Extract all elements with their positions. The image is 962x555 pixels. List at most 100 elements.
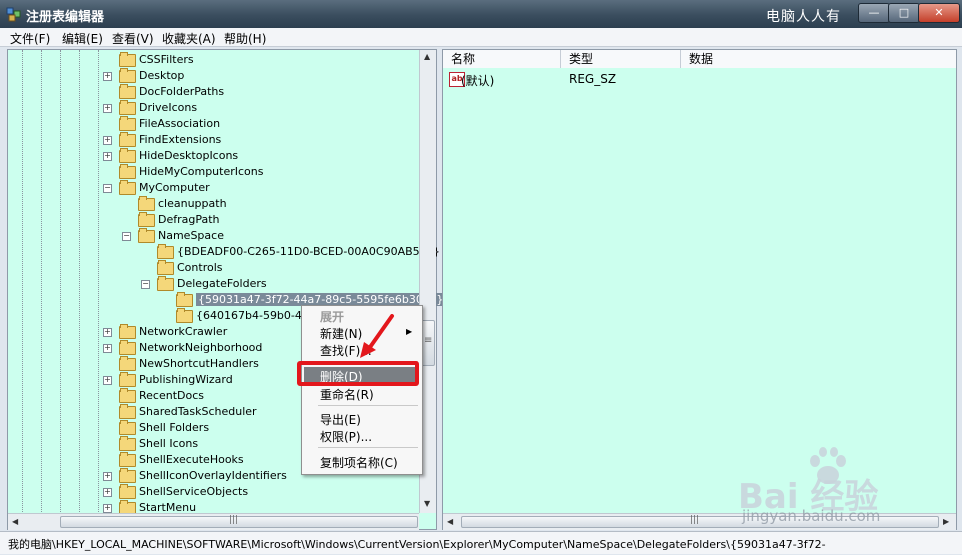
expand-icon[interactable]: + bbox=[103, 72, 112, 81]
tree-horizontal-scrollbar[interactable]: ◀ ||| bbox=[8, 513, 419, 530]
collapse-icon[interactable]: − bbox=[141, 280, 150, 289]
tree-item[interactable]: FileAssociation bbox=[8, 116, 418, 132]
maximize-button[interactable]: □ bbox=[888, 3, 920, 23]
folder-icon bbox=[119, 468, 136, 483]
tree-item[interactable]: HideMyComputerIcons bbox=[8, 164, 418, 180]
tree-item[interactable]: − DelegateFolders bbox=[8, 276, 418, 292]
tree-item-label: Desktop bbox=[139, 69, 185, 82]
folder-icon bbox=[157, 260, 174, 275]
tree-item-label: ShellExecuteHooks bbox=[139, 453, 244, 466]
menu-file[interactable]: 文件(F) bbox=[10, 30, 50, 47]
expand-icon[interactable]: + bbox=[103, 104, 112, 113]
folder-icon bbox=[119, 436, 136, 451]
expand-icon[interactable]: + bbox=[103, 472, 112, 481]
tree-item[interactable]: cleanuppath bbox=[8, 196, 418, 212]
status-bar: 我的电脑\HKEY_LOCAL_MACHINE\SOFTWARE\Microso… bbox=[0, 531, 962, 554]
expand-icon[interactable]: + bbox=[103, 344, 112, 353]
grip-icon: ≡ bbox=[424, 335, 433, 346]
grip-icon: ||| bbox=[690, 515, 700, 525]
grip-icon: ||| bbox=[229, 515, 239, 525]
folder-icon bbox=[157, 244, 174, 259]
scroll-left-arrow-icon[interactable]: ◀ bbox=[12, 517, 18, 526]
folder-icon bbox=[176, 292, 193, 307]
folder-icon bbox=[176, 308, 193, 323]
menu-view[interactable]: 查看(V) bbox=[112, 30, 154, 47]
menu-edit[interactable]: 编辑(E) bbox=[62, 30, 103, 47]
window-title: 注册表编辑器 bbox=[26, 10, 105, 25]
expand-icon[interactable]: + bbox=[103, 328, 112, 337]
submenu-arrow-icon: ▶ bbox=[406, 327, 413, 336]
folder-icon bbox=[119, 324, 136, 339]
tree-item-label: MyComputer bbox=[139, 181, 210, 194]
tree-item[interactable]: + DriveIcons bbox=[8, 100, 418, 116]
menu-item-expand: 展开 bbox=[320, 310, 345, 324]
tree-hscroll-thumb[interactable]: ||| bbox=[60, 515, 418, 528]
registry-editor-window: 注册表编辑器 电脑人人有 — □ ✕ 文件(F) 编辑(E) 查看(V) 收藏夹… bbox=[0, 0, 962, 555]
expand-icon[interactable]: + bbox=[103, 136, 112, 145]
tree-item-label: DocFolderPaths bbox=[139, 85, 225, 98]
collapse-icon[interactable]: − bbox=[122, 232, 131, 241]
tree-item-label: DefragPath bbox=[158, 213, 220, 226]
menu-help[interactable]: 帮助(H) bbox=[224, 30, 266, 47]
tree-item[interactable]: − MyComputer bbox=[8, 180, 418, 196]
minimize-button[interactable]: — bbox=[858, 3, 890, 23]
scroll-up-arrow-icon[interactable]: ▲ bbox=[424, 52, 430, 61]
column-header-type[interactable]: 类型 bbox=[561, 50, 681, 68]
folder-icon bbox=[119, 180, 136, 195]
tree-item-label: FindExtensions bbox=[139, 133, 222, 146]
scroll-down-arrow-icon[interactable]: ▼ bbox=[424, 499, 430, 508]
value-name: (默认) bbox=[461, 74, 495, 88]
expand-icon[interactable]: + bbox=[103, 152, 112, 161]
menu-item-export[interactable]: 导出(E) bbox=[320, 411, 361, 428]
close-button[interactable]: ✕ bbox=[918, 3, 960, 23]
tree-item-label: ShellIconOverlayIdentifiers bbox=[139, 469, 287, 482]
tree-item[interactable]: CSSFilters bbox=[8, 52, 418, 68]
menu-separator bbox=[318, 405, 418, 406]
tree-item[interactable]: + Desktop bbox=[8, 68, 418, 84]
folder-icon bbox=[138, 228, 155, 243]
folder-icon bbox=[119, 404, 136, 419]
folder-icon bbox=[119, 356, 136, 371]
tree-item-label: Shell Icons bbox=[139, 437, 199, 450]
folder-icon bbox=[119, 116, 136, 131]
folder-icon bbox=[157, 276, 174, 291]
tree-item-label: SharedTaskScheduler bbox=[139, 405, 257, 418]
tree-item-label: NetworkCrawler bbox=[139, 325, 228, 338]
menu-separator bbox=[318, 447, 418, 448]
tree-vscroll-thumb[interactable]: ≡ bbox=[421, 320, 435, 366]
scroll-left-arrow-icon[interactable]: ◀ bbox=[447, 517, 453, 526]
tree-item[interactable]: + FindExtensions bbox=[8, 132, 418, 148]
tree-item[interactable]: + ShellServiceObjects bbox=[8, 484, 418, 500]
value-row[interactable]: ab (默认) REG_SZ bbox=[443, 70, 956, 88]
tree-item-label: Shell Folders bbox=[139, 421, 210, 434]
column-header-name[interactable]: 名称 bbox=[443, 50, 561, 68]
tree-item-label: FileAssociation bbox=[139, 117, 221, 130]
expand-icon[interactable]: + bbox=[103, 504, 112, 513]
folder-icon bbox=[119, 68, 136, 83]
collapse-icon[interactable]: − bbox=[103, 184, 112, 193]
tree-item[interactable]: Controls bbox=[8, 260, 418, 276]
tree-item-label: HideMyComputerIcons bbox=[139, 165, 264, 178]
column-header-data[interactable]: 数据 bbox=[681, 50, 956, 68]
tree-item[interactable]: + HideDesktopIcons bbox=[8, 148, 418, 164]
expand-icon[interactable]: + bbox=[103, 488, 112, 497]
title-bar[interactable]: 注册表编辑器 电脑人人有 — □ ✕ bbox=[0, 0, 962, 28]
menu-item-copy-key-name[interactable]: 复制项名称(C) bbox=[320, 454, 398, 471]
folder-icon bbox=[119, 148, 136, 163]
menu-item-rename[interactable]: 重命名(R) bbox=[320, 386, 374, 403]
menu-item-permissions[interactable]: 权限(P)... bbox=[320, 428, 372, 445]
tree-item[interactable]: DefragPath bbox=[8, 212, 418, 228]
folder-icon bbox=[119, 100, 136, 115]
tree-item-label: {BDEADF00-C265-11D0-BCED-00A0C90AB50F} bbox=[177, 245, 440, 258]
expand-icon[interactable]: + bbox=[103, 376, 112, 385]
folder-icon bbox=[119, 132, 136, 147]
tree-item[interactable]: {BDEADF00-C265-11D0-BCED-00A0C90AB50F} bbox=[8, 244, 440, 260]
tree-item-label: cleanuppath bbox=[158, 197, 227, 210]
status-path: 我的电脑\HKEY_LOCAL_MACHINE\SOFTWARE\Microso… bbox=[8, 538, 826, 551]
tree-item[interactable]: − NameSpace bbox=[8, 228, 418, 244]
tree-item[interactable]: DocFolderPaths bbox=[8, 84, 418, 100]
tree-item-label: {640167b4-59b0-47a bbox=[196, 309, 316, 322]
watermark-caption: 电脑人人有 bbox=[766, 9, 841, 25]
menu-bar: 文件(F) 编辑(E) 查看(V) 收藏夹(A) 帮助(H) bbox=[0, 28, 962, 47]
menu-favorites[interactable]: 收藏夹(A) bbox=[162, 30, 216, 47]
